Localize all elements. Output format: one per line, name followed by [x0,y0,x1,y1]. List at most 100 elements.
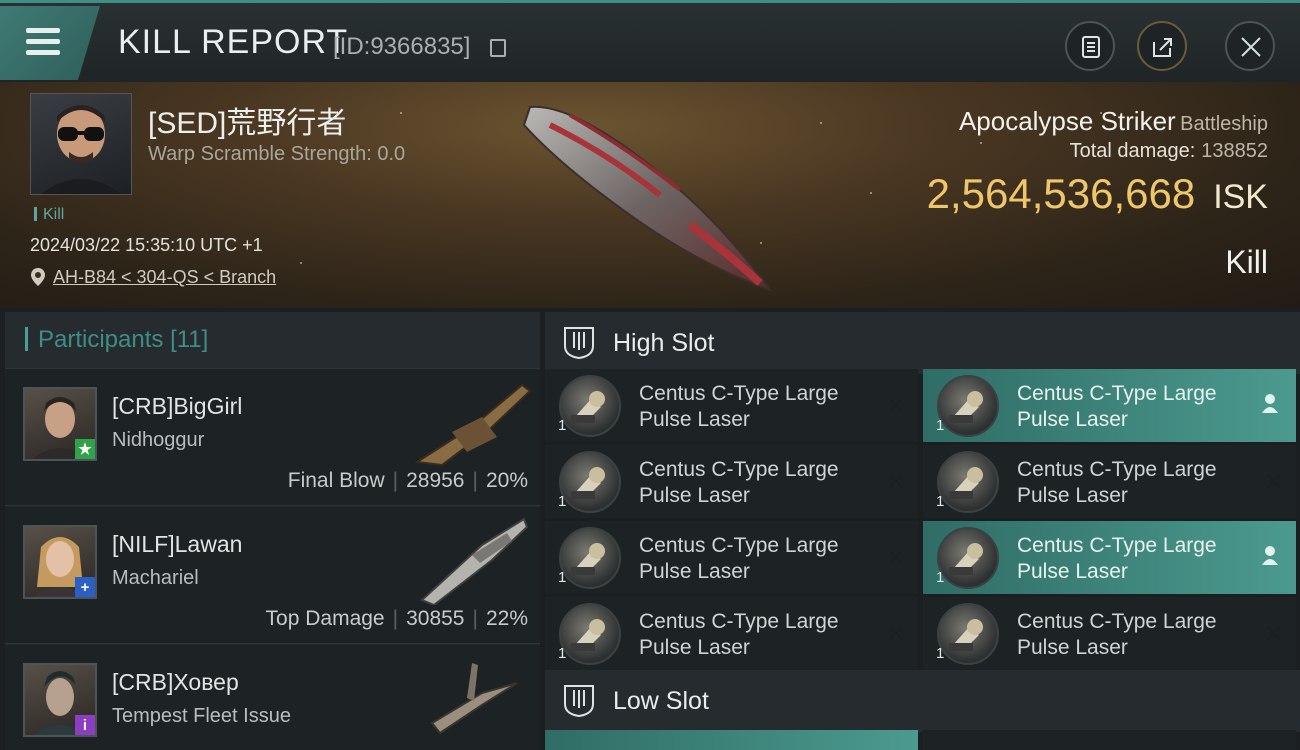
plus-badge-icon: + [75,577,95,597]
page-title: KILL REPORT [118,23,349,61]
star-badge-icon: ★ [75,439,95,459]
module-name-line2: Pulse Laser [1017,484,1128,507]
module-name-line2: Pulse Laser [639,484,750,507]
high-slot-module[interactable]: 1 Centus C-Type Large Pulse Laser ✕ [545,521,918,594]
laser-module-icon [937,375,999,437]
module-name-line2: Pulse Laser [639,560,750,583]
module-quantity: 1 [936,569,945,586]
clipboard-button[interactable] [1065,21,1115,71]
remove-icon: ✕ [885,393,906,420]
high-slot-header: High Slot [545,312,1300,374]
module-name-line1: Centus C-Type Large [1017,382,1217,405]
victim-ship-name: Apocalypse Striker [958,106,1176,136]
share-button[interactable] [1137,21,1187,71]
total-damage: Total damage: 138852 [1070,140,1268,163]
module-name-line1: Centus C-Type Large [1017,610,1217,633]
victim-ship-class: Battleship [1180,113,1268,135]
participant-name: [CRB]BigGirl [112,393,243,419]
module-name-line2: Pulse Laser [639,408,750,431]
participant-name: [NILF]Lawan [112,531,243,557]
high-slot-module[interactable]: 1 Centus C-Type Large Pulse Laser [923,521,1296,594]
participant-avatar: ★ [23,387,97,461]
participant-ship-image [430,663,518,735]
participant-damage: 30855 [406,607,465,630]
copy-icon[interactable] [490,39,506,57]
remove-icon: ✕ [885,469,906,496]
module-name: Centus C-Type Large Pulse Laser [639,533,869,585]
high-slot-module[interactable]: 1 Centus C-Type Large Pulse Laser ✕ [923,445,1296,518]
participant-ship-image [420,517,529,605]
module-name-line1: Centus C-Type Large [639,610,839,633]
participant-stats: Top Damage | 30855 | 22% [265,607,528,630]
warp-scramble-strength: Warp Scramble Strength: 0.0 [148,143,406,165]
high-slot-module[interactable]: 1 Centus C-Type Large Pulse Laser [923,369,1296,442]
pilot-icon [1262,546,1278,565]
participant-role: Top Damage [265,607,385,630]
low-slot-module[interactable] [923,730,1296,750]
participants-count: [11] [170,326,209,353]
remove-icon: ✕ [885,545,906,572]
module-name: Centus C-Type Large Pulse Laser [1017,609,1247,661]
laser-module-icon [937,603,999,665]
participant-row[interactable]: i [CRB]Ховер Tempest Fleet Issue [5,645,540,750]
module-name-line2: Pulse Laser [1017,560,1128,583]
low-slot-module[interactable] [545,730,918,750]
laser-module-icon [937,451,999,513]
laser-module-icon [559,451,621,513]
participant-role: Final Blow [287,469,385,492]
isk-value: 2,564,536,668 ISK [927,170,1268,218]
module-name-line2: Pulse Laser [1017,636,1128,659]
close-icon [1241,37,1261,57]
module-name-line2: Pulse Laser [1017,408,1128,431]
module-name: Centus C-Type Large Pulse Laser [1017,381,1247,433]
laser-module-icon [559,527,621,589]
module-quantity: 1 [558,569,567,586]
isk-unit: ISK [1213,178,1268,216]
high-slot-module[interactable]: 1 Centus C-Type Large Pulse Laser ✕ [545,445,918,518]
kill-location-link[interactable]: AH-B84 < 304-QS < Branch [53,267,276,288]
victim-name: [SED]荒野行者 [148,107,347,140]
participant-ship: Tempest Fleet Issue [112,705,291,727]
participants-header: Participants [11] [5,312,540,369]
module-quantity: 1 [558,645,567,662]
kill-tag: Kill [34,206,64,224]
participant-name: [CRB]Ховер [112,669,239,695]
participant-row[interactable]: + [NILF]Lawan Machariel Top Damage | 30855… [5,507,540,644]
high-slot-module[interactable]: 1 Centus C-Type Large Pulse Laser ✕ [545,369,918,442]
low-slot-header: Low Slot [545,670,1300,732]
high-slot-module[interactable]: 1 Centus C-Type Large Pulse Laser ✕ [545,597,918,670]
top-bar: KILL REPORT [ID:9366835] [0,0,1300,82]
module-name-line1: Centus C-Type Large [639,382,839,405]
total-damage-label: Total damage: [1069,140,1196,162]
report-id: [ID:9366835] [333,33,471,60]
location-pin-icon [31,268,45,286]
module-name: Centus C-Type Large Pulse Laser [1017,457,1247,509]
close-button[interactable] [1225,21,1275,71]
total-damage-value: 138852 [1201,140,1268,162]
participant-damage: 28956 [406,469,465,492]
module-quantity: 1 [936,493,945,510]
module-name-line2: Pulse Laser [639,636,750,659]
participant-avatar: + [23,525,97,599]
module-name-line1: Centus C-Type Large [639,458,839,481]
victim-avatar[interactable] [30,93,132,195]
slot-icon [564,685,594,718]
isk-amount: 2,564,536,668 [926,170,1196,217]
module-quantity: 1 [936,417,945,434]
kill-datetime: 2024/03/22 15:35:10 UTC +1 [30,235,263,255]
high-slot-module[interactable]: 1 Centus C-Type Large Pulse Laser ✕ [923,597,1296,670]
laser-module-icon [559,375,621,437]
remove-icon: ✕ [1263,621,1284,648]
participant-stats: Final Blow | 28956 | 20% [287,469,528,492]
module-name: Centus C-Type Large Pulse Laser [639,457,869,509]
victim-ship-image [522,105,773,293]
module-name: Centus C-Type Large Pulse Laser [639,609,869,661]
laser-module-icon [559,603,621,665]
menu-button[interactable] [0,6,100,80]
participant-avatar: i [23,663,97,737]
high-slot-title: High Slot [613,329,715,357]
pilot-icon [1262,394,1278,413]
slot-icon [564,327,594,360]
participant-row[interactable]: ★ [CRB]BigGirl Nidhoggur Final Blow | 2895… [5,369,540,506]
clipboard-icon [1082,36,1100,58]
